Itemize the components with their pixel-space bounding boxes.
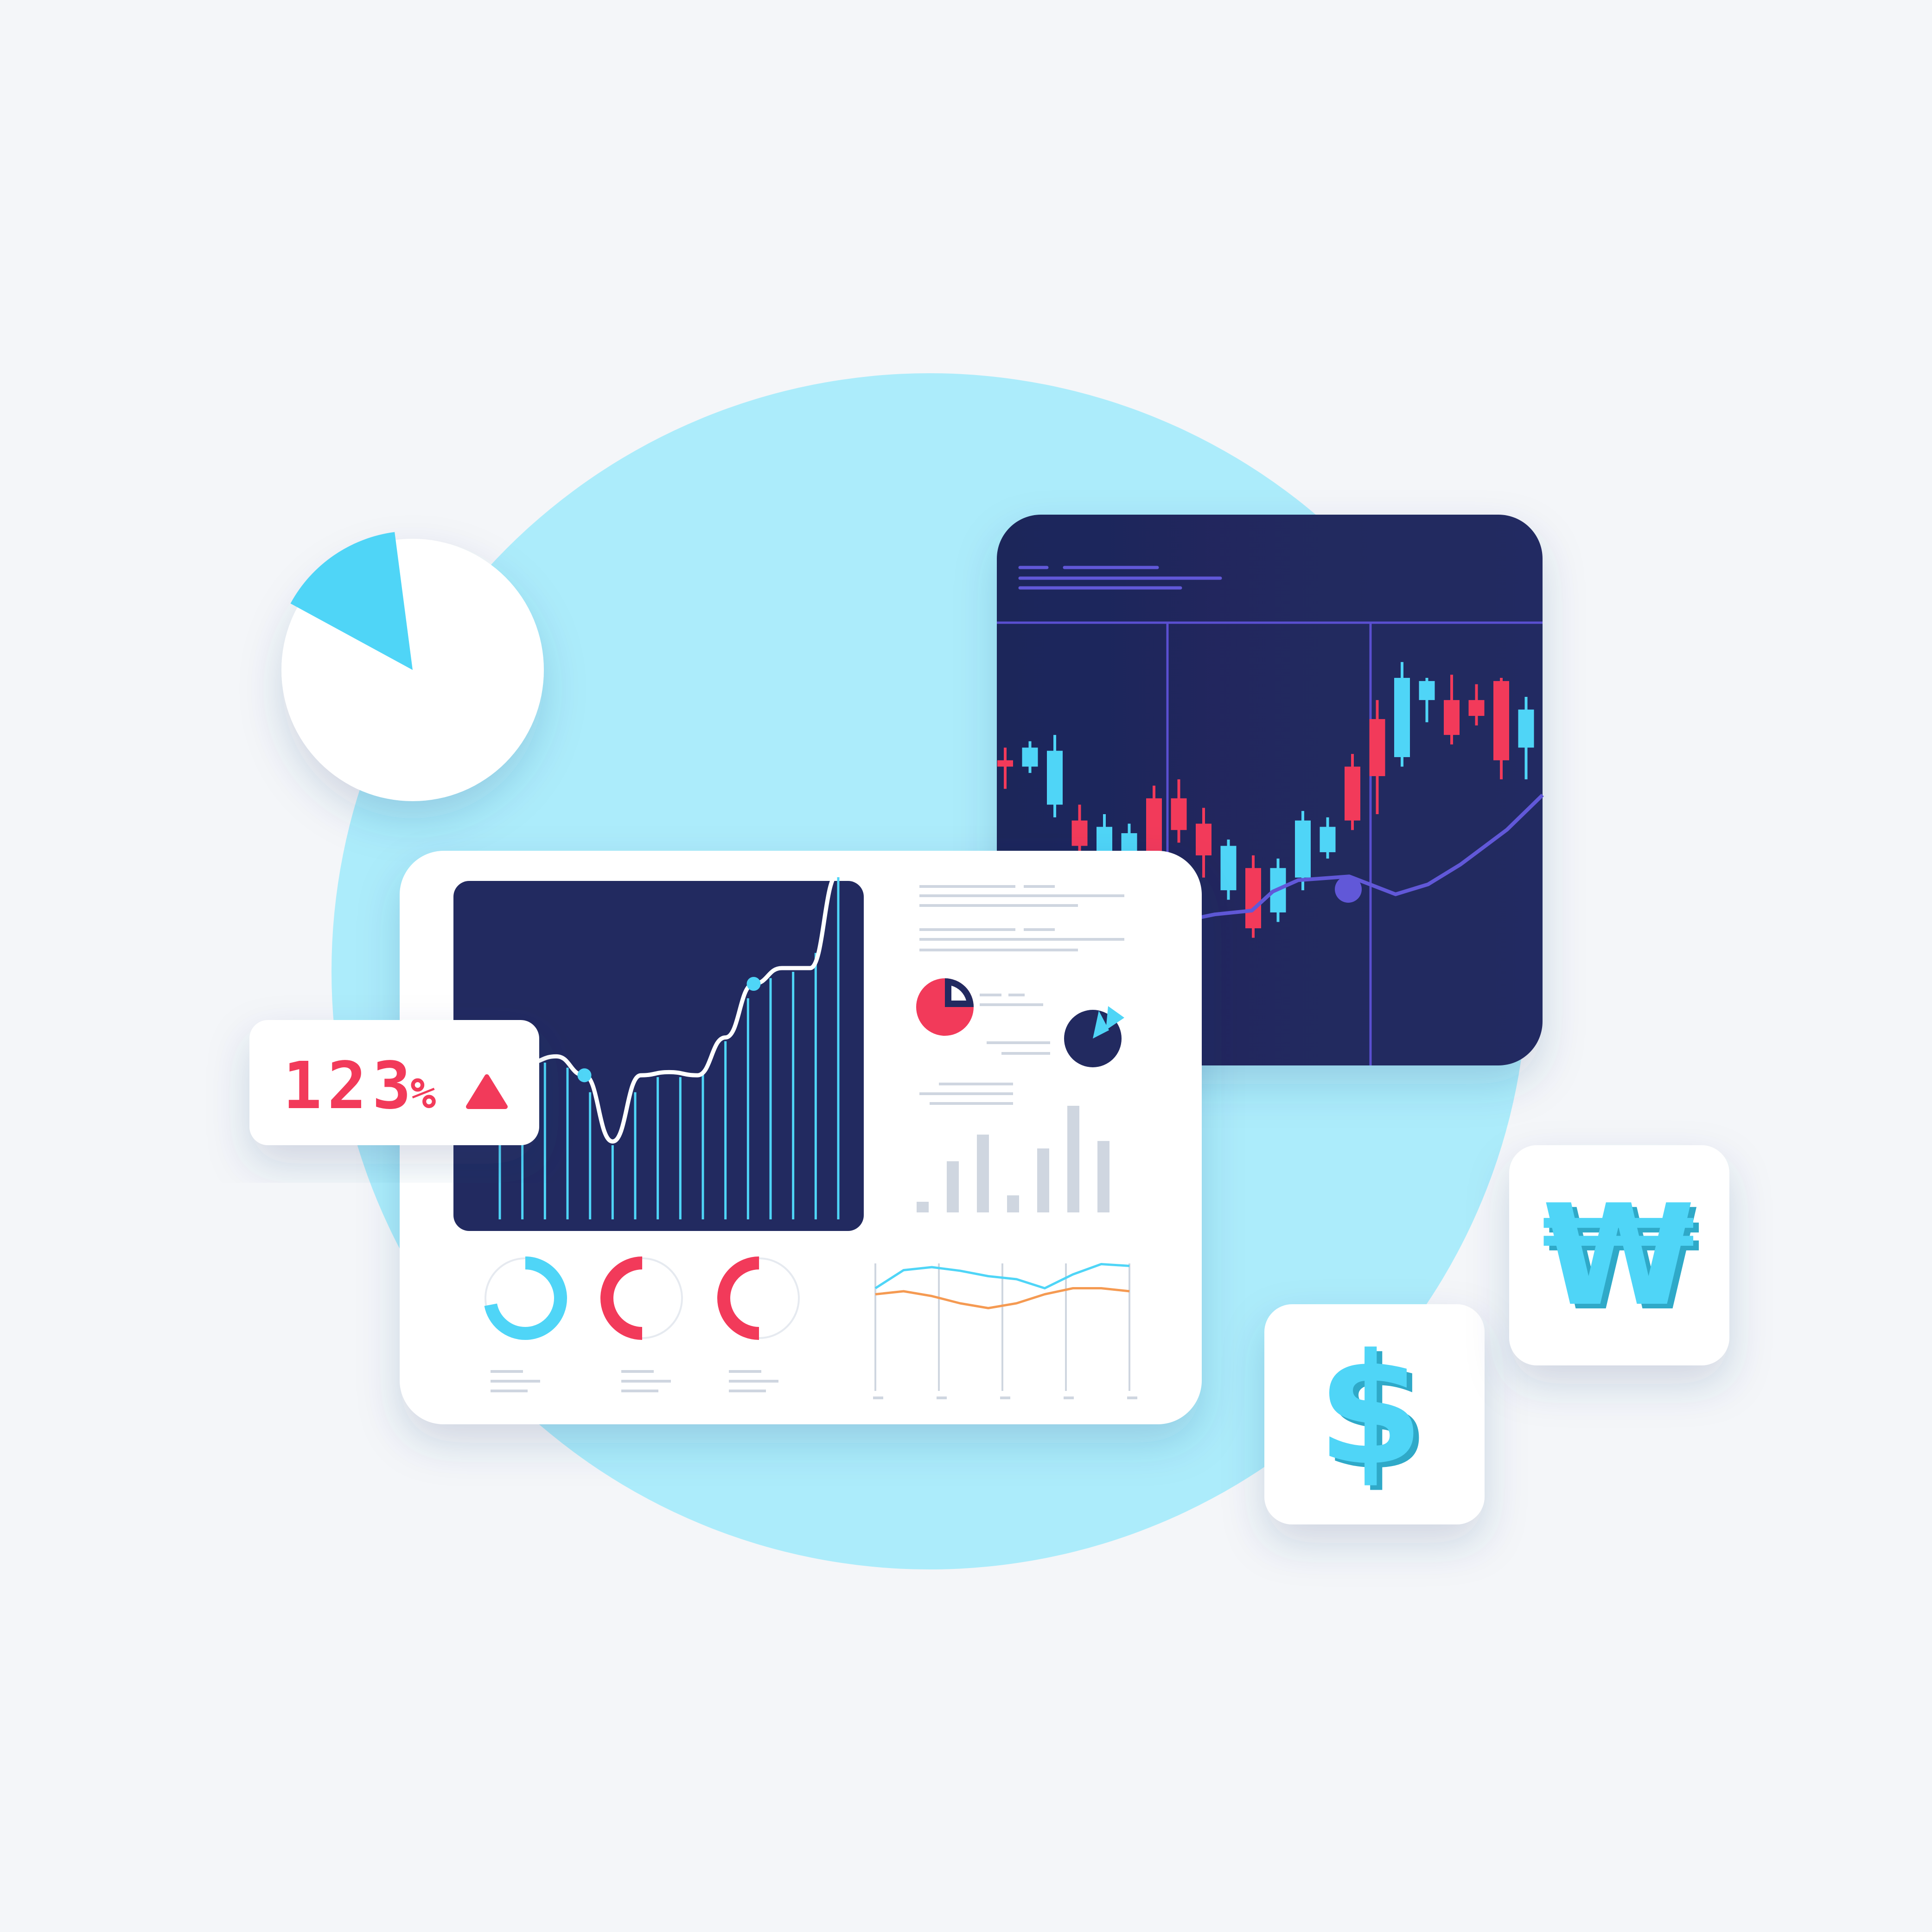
mini-bar [1097,1141,1109,1212]
area-marker [577,1068,592,1083]
won-icon-front: ₩ [1542,1175,1696,1337]
moving-average-marker [1335,876,1362,903]
donut-ring [484,1256,567,1340]
donut-charts [484,1256,801,1340]
mini-bar [947,1161,959,1212]
mini-bar [977,1135,989,1212]
percent-unit: % [410,1069,436,1118]
mini-bar [1037,1148,1049,1212]
donut-ring [600,1256,684,1340]
area-marker [746,977,761,991]
small-pie-red [916,978,974,1036]
donut-ring [717,1256,801,1340]
finance-dashboard-illustration: 123 % $ $ ₩ ₩ [249,373,1729,1569]
mini-bar [917,1202,929,1212]
mini-bar [1007,1195,1019,1212]
mini-bar [1067,1106,1079,1212]
dollar-icon-front: $ [1317,1321,1424,1499]
percent-value: 123 [283,1048,417,1124]
